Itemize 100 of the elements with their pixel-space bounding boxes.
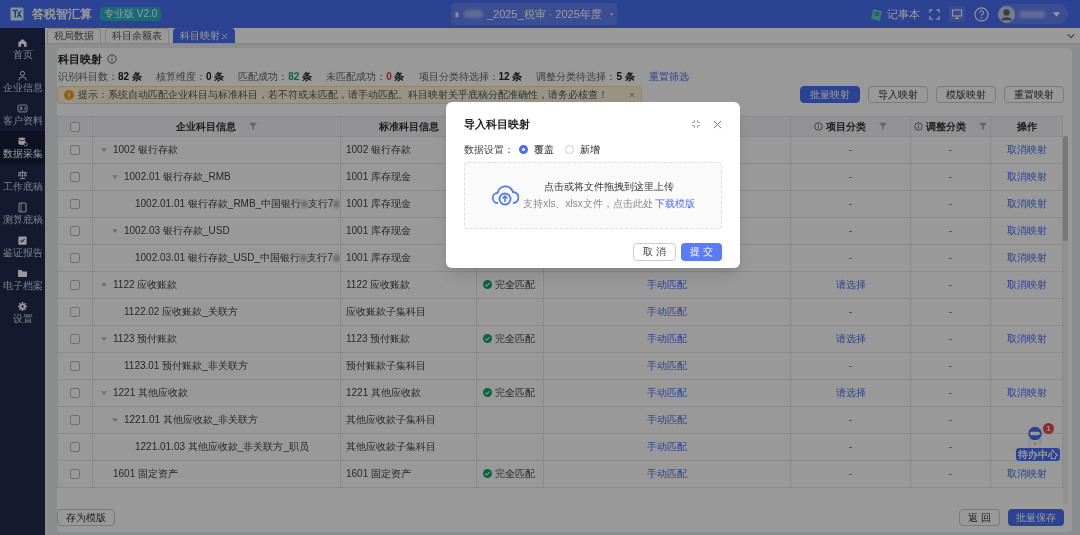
sidebar-item[interactable]: 测算底稿 <box>0 197 45 230</box>
checkbox[interactable] <box>70 442 80 453</box>
table-cell-text: - <box>848 171 853 182</box>
caret-icon[interactable] <box>101 282 107 287</box>
collapse-icon[interactable] <box>692 120 700 129</box>
standard-account: 1001 库存现金 <box>346 225 412 236</box>
checkbox[interactable] <box>70 172 80 183</box>
notebook-icon <box>870 7 883 21</box>
back-button[interactable]: 返 回 <box>959 509 1000 526</box>
account-name: 1002.03 银行存款_USD <box>124 224 230 238</box>
checkbox[interactable] <box>70 334 80 345</box>
select-link[interactable]: 请选择 <box>835 279 866 290</box>
notebook-button[interactable]: 记事本 <box>870 5 920 23</box>
monitor-icon[interactable] <box>949 6 965 22</box>
avatar-icon <box>998 5 1015 23</box>
sidebar-item[interactable]: 数据采集 <box>0 131 45 164</box>
caret-icon <box>1053 11 1060 17</box>
sidebar-item[interactable]: 企业信息 <box>0 65 45 98</box>
account-name: 1122.02 应收账款_关联方 <box>124 305 238 319</box>
checkbox[interactable] <box>70 388 80 399</box>
sidebar-item[interactable]: 鉴证报告 <box>0 230 45 263</box>
checkbox[interactable] <box>70 361 80 372</box>
checkbox-icon <box>17 235 28 246</box>
reset-filter-link[interactable]: 重置筛选 <box>648 68 689 84</box>
save-template-button[interactable]: 存为模版 <box>57 509 115 526</box>
checkbox[interactable] <box>70 199 80 210</box>
filter-icon[interactable] <box>979 122 987 130</box>
close-icon[interactable] <box>629 91 635 98</box>
edition-badge: 专业版 V2.0 <box>100 7 162 21</box>
chevron-icon[interactable] <box>1067 33 1075 39</box>
table-cell-text: - <box>948 360 953 371</box>
manual-match-link[interactable]: 手动匹配 <box>647 360 687 371</box>
tab[interactable]: 科目映射 <box>173 28 235 43</box>
action-button[interactable]: 重置映射 <box>1004 86 1064 103</box>
settings-icon <box>17 301 28 312</box>
manual-match-link[interactable]: 手动匹配 <box>647 387 687 398</box>
caret-icon[interactable] <box>112 174 118 179</box>
tab[interactable]: 科目余额表 <box>105 28 169 43</box>
status-text: 完全匹配 <box>495 331 535 346</box>
help-icon[interactable] <box>974 6 989 22</box>
manual-match-link[interactable]: 手动匹配 <box>647 441 687 452</box>
action-button[interactable]: 批量映射 <box>800 86 860 103</box>
todo-center-label[interactable]: 待办中心 <box>1015 447 1061 462</box>
checkbox[interactable] <box>70 253 80 264</box>
table-cell-text: - <box>848 306 853 317</box>
caret-icon[interactable] <box>112 228 118 233</box>
warning-icon <box>64 89 74 100</box>
checkbox[interactable] <box>70 226 80 237</box>
manual-match-link[interactable]: 手动匹配 <box>647 306 687 317</box>
select-link[interactable]: 请选择 <box>835 333 866 344</box>
sidebar-item[interactable]: 电子档案 <box>0 263 45 296</box>
standard-account: 1001 库存现金 <box>346 198 412 209</box>
filter-icon[interactable] <box>879 122 887 130</box>
cancel-button[interactable]: 取 消 <box>633 242 677 261</box>
close-icon[interactable] <box>713 119 722 129</box>
caret-icon[interactable] <box>101 336 107 341</box>
info-icon <box>814 121 823 131</box>
checkbox[interactable] <box>70 121 80 132</box>
manual-match-link[interactable]: 手动匹配 <box>647 414 687 425</box>
check-icon <box>483 468 492 478</box>
submit-button[interactable]: 提 交 <box>681 242 722 261</box>
caret-icon[interactable] <box>101 147 107 152</box>
caret-icon[interactable] <box>112 417 118 422</box>
standard-account: 1601 固定资产 <box>346 468 412 479</box>
sidebar-item[interactable]: 客户资料 <box>0 98 45 131</box>
standard-account: 其他应收款子集科目 <box>346 414 436 425</box>
manual-match-link[interactable]: 手动匹配 <box>647 333 687 344</box>
checkbox[interactable] <box>70 469 80 480</box>
check-icon <box>483 387 492 397</box>
caret-icon[interactable] <box>101 390 107 395</box>
tab[interactable]: 税局数据 <box>47 28 101 43</box>
account-name: 1002.01 银行存款_RMB <box>124 170 231 184</box>
standard-account: 1123 预付账款 <box>346 333 411 344</box>
fullscreen-icon[interactable] <box>929 8 940 20</box>
stat-text: 核算维度：0 条 <box>155 69 225 84</box>
upload-area[interactable]: 点击或将文件拖拽到这里上传 支持xls、xlsx文件，点击此处 下载模版 <box>464 161 722 229</box>
user-icon <box>17 70 28 81</box>
robot-drawing[interactable] <box>1025 425 1045 447</box>
action-button[interactable]: 导入映射 <box>868 86 928 103</box>
batch-save-button[interactable]: 批量保存 <box>1008 509 1064 526</box>
upload-text: 点击或将文件拖拽到这里上传 <box>544 180 674 194</box>
checkbox[interactable] <box>70 307 80 318</box>
sidebar-item[interactable]: 工作底稿 <box>0 164 45 197</box>
checkbox[interactable] <box>70 145 80 156</box>
download-template-link[interactable]: 下载模版 <box>654 196 695 211</box>
info-icon <box>914 121 923 131</box>
radio-button[interactable] <box>519 144 528 154</box>
manual-match-link[interactable]: 手动匹配 <box>647 468 687 479</box>
select-link[interactable]: 请选择 <box>835 387 866 398</box>
manual-match-link[interactable]: 手动匹配 <box>647 279 687 290</box>
status-text: 完全匹配 <box>495 277 535 292</box>
checkbox[interactable] <box>70 280 80 291</box>
sidebar-item[interactable]: 设置 <box>0 296 45 329</box>
sidebar-item[interactable]: 首页 <box>0 32 45 65</box>
scrollbar-thumb[interactable] <box>1063 135 1068 241</box>
checkbox[interactable] <box>70 415 80 426</box>
radio-button[interactable] <box>565 144 574 154</box>
action-button[interactable]: 模版映射 <box>936 86 996 103</box>
filter-icon[interactable] <box>249 122 257 130</box>
account-name: 1123.01 预付账款_非关联方 <box>124 359 248 373</box>
